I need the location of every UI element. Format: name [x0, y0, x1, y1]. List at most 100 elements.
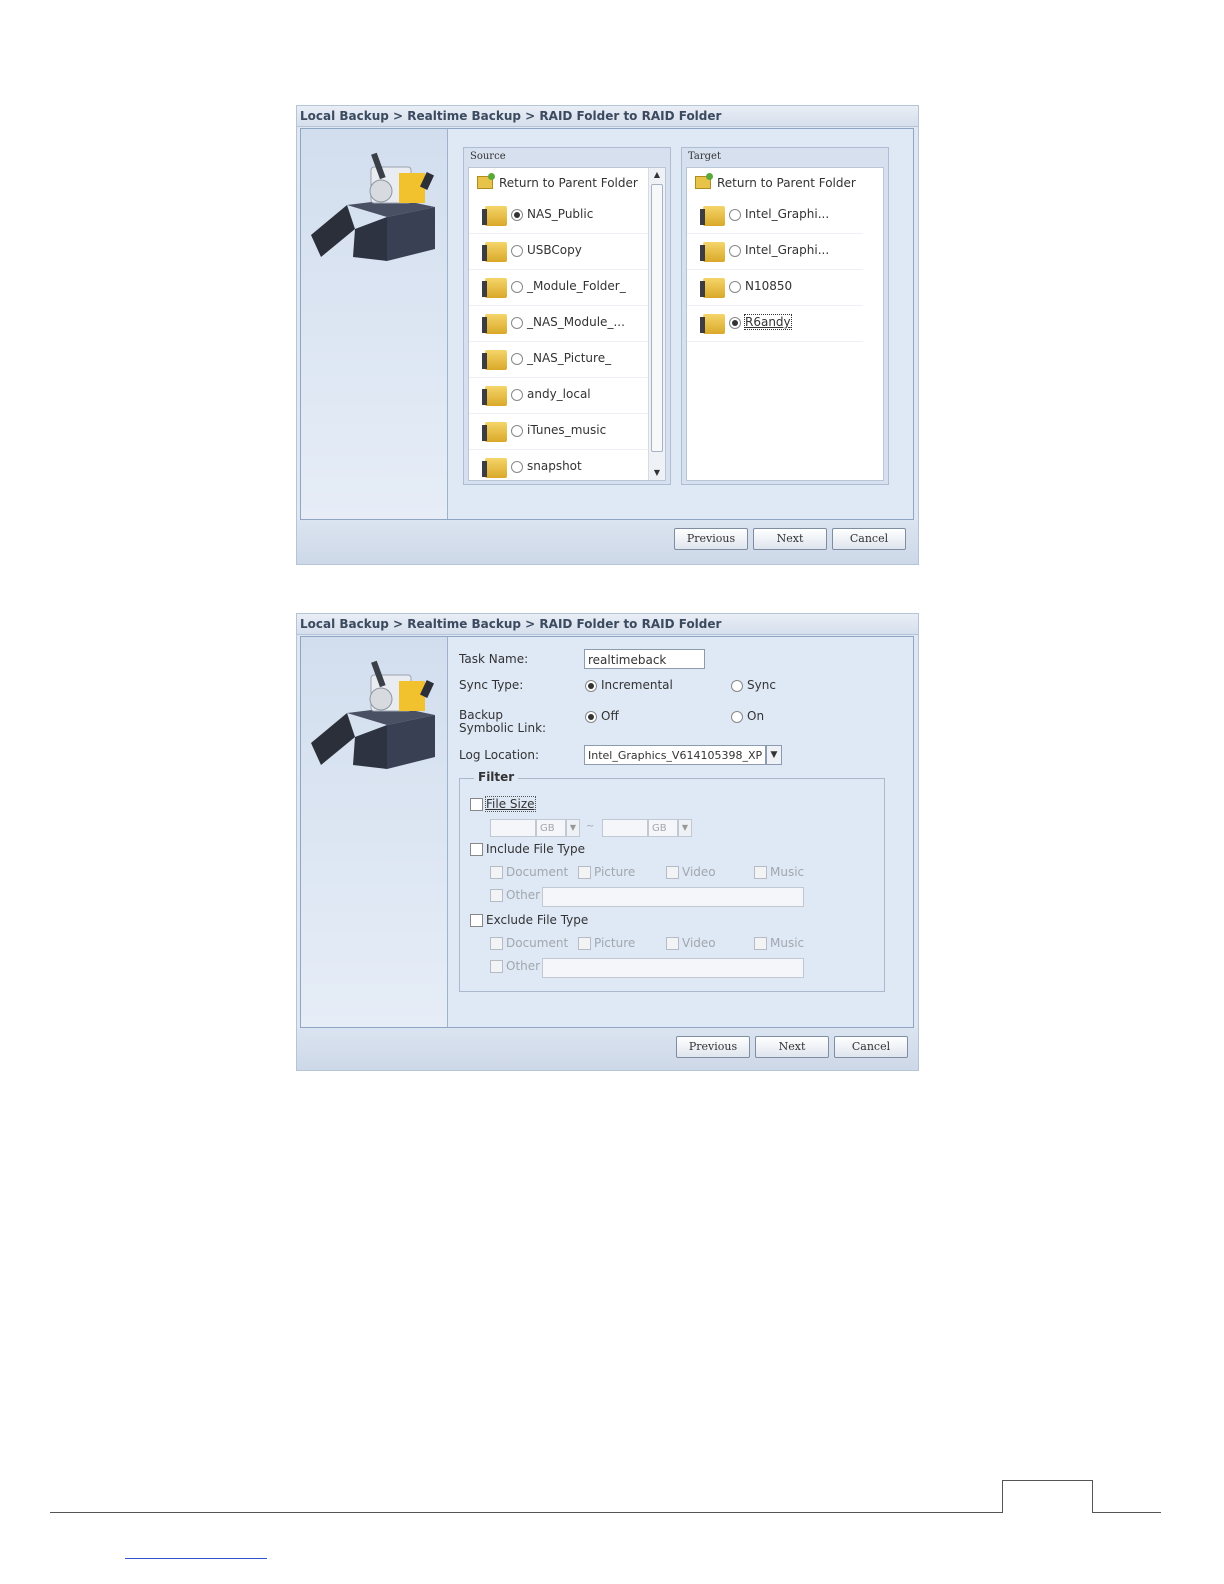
- folder-icon: [482, 422, 507, 442]
- cancel-button[interactable]: Cancel: [834, 1036, 908, 1058]
- target-return-parent[interactable]: Return to Parent Folder: [687, 168, 883, 198]
- list-item[interactable]: Intel_Graphi...: [687, 198, 863, 234]
- footer-link-underline[interactable]: [125, 1558, 267, 1559]
- chevron-down-icon[interactable]: ▼: [566, 819, 580, 837]
- task-name-input[interactable]: realtimeback: [584, 649, 705, 669]
- folder-label: USBCopy: [527, 243, 582, 257]
- folder-icon: [482, 314, 507, 334]
- list-item[interactable]: _NAS_Picture_: [469, 342, 665, 378]
- file-size-checkbox[interactable]: [470, 798, 483, 811]
- wizard-side-panel: [301, 129, 448, 519]
- folder-label: iTunes_music: [527, 423, 607, 437]
- log-location-label: Log Location:: [459, 748, 540, 762]
- footer-rule: [50, 1512, 1002, 1513]
- list-item[interactable]: iTunes_music: [469, 414, 665, 450]
- radio-button[interactable]: [511, 353, 523, 365]
- exclude-document-checkbox[interactable]: [490, 937, 503, 950]
- exclude-video-checkbox[interactable]: [666, 937, 679, 950]
- exclude-type-label: Exclude File Type: [486, 913, 589, 927]
- previous-button[interactable]: Previous: [674, 528, 748, 550]
- log-location-select[interactable]: Intel_Graphics_V614105398_XP: [584, 745, 766, 765]
- symlink-label: Backup Symbolic Link:: [459, 708, 547, 735]
- size-max-unit[interactable]: GB: [648, 819, 678, 837]
- list-item[interactable]: _Module_Folder_: [469, 270, 665, 306]
- exclude-type-checkbox[interactable]: [470, 914, 483, 927]
- next-button[interactable]: Next: [755, 1036, 829, 1058]
- size-min-unit[interactable]: GB: [536, 819, 566, 837]
- source-scrollbar[interactable]: ▲ ▼: [648, 168, 665, 480]
- radio-button[interactable]: [729, 245, 741, 257]
- symlink-on-radio[interactable]: [731, 711, 743, 723]
- radio-button[interactable]: [511, 317, 523, 329]
- cancel-button[interactable]: Cancel: [832, 528, 906, 550]
- task-name-label: Task Name:: [459, 652, 529, 666]
- exclude-other-checkbox[interactable]: [490, 960, 503, 973]
- exclude-other-label: Other: [506, 959, 541, 973]
- radio-button[interactable]: [729, 209, 741, 221]
- include-other-checkbox[interactable]: [490, 889, 503, 902]
- source-return-parent[interactable]: Return to Parent Folder: [469, 168, 665, 198]
- radio-button[interactable]: [511, 209, 523, 221]
- radio-button[interactable]: [511, 425, 523, 437]
- list-item[interactable]: USBCopy: [469, 234, 665, 270]
- folder-up-icon: [477, 173, 495, 189]
- chevron-down-icon[interactable]: ▼: [766, 745, 782, 765]
- exclude-other-input[interactable]: [542, 958, 804, 978]
- list-item[interactable]: N10850: [687, 270, 863, 306]
- exclude-picture-label: Picture: [594, 936, 636, 950]
- size-max-input[interactable]: [602, 819, 648, 837]
- include-picture-checkbox[interactable]: [578, 866, 591, 879]
- footer-rule-right: [1093, 1512, 1161, 1513]
- list-item[interactable]: _NAS_Module_...: [469, 306, 665, 342]
- folder-label: andy_local: [527, 387, 591, 401]
- exclude-music-label: Music: [770, 936, 805, 950]
- list-item[interactable]: NAS_Public: [469, 198, 665, 234]
- scroll-down-icon[interactable]: ▼: [649, 466, 665, 480]
- sync-sync-label: Sync: [747, 678, 776, 692]
- include-video-label: Video: [682, 865, 716, 879]
- dialog-body: Task Name: realtimeback Sync Type: Incre…: [300, 636, 914, 1028]
- list-item[interactable]: andy_local: [469, 378, 665, 414]
- exclude-picture-checkbox[interactable]: [578, 937, 591, 950]
- list-item[interactable]: Intel_Graphi...: [687, 234, 863, 270]
- scroll-up-icon[interactable]: ▲: [649, 168, 665, 182]
- task-settings-dialog: Local Backup > Realtime Backup > RAID Fo…: [296, 613, 919, 1071]
- previous-button[interactable]: Previous: [676, 1036, 750, 1058]
- exclude-music-checkbox[interactable]: [754, 937, 767, 950]
- include-music-checkbox[interactable]: [754, 866, 767, 879]
- radio-button[interactable]: [511, 389, 523, 401]
- folder-up-icon: [695, 173, 713, 189]
- sync-sync-radio[interactable]: [731, 680, 743, 692]
- sync-incremental-radio[interactable]: [585, 680, 597, 692]
- include-picture-label: Picture: [594, 865, 636, 879]
- radio-button[interactable]: [729, 317, 741, 329]
- target-panel: Target Return to Parent Folder Intel_Gra…: [681, 147, 889, 485]
- include-type-checkbox[interactable]: [470, 843, 483, 856]
- include-document-checkbox[interactable]: [490, 866, 503, 879]
- size-min-input[interactable]: [490, 819, 536, 837]
- include-music-label: Music: [770, 865, 805, 879]
- radio-button[interactable]: [729, 281, 741, 293]
- scrollbar-thumb[interactable]: [651, 184, 663, 452]
- dialog-body: Source Return to Parent Folder NAS_Publi…: [300, 128, 914, 520]
- folder-label: NAS_Public: [527, 207, 594, 221]
- source-panel: Source Return to Parent Folder NAS_Publi…: [463, 147, 671, 485]
- list-item[interactable]: R6andy: [687, 306, 863, 342]
- next-button[interactable]: Next: [753, 528, 827, 550]
- symlink-off-radio[interactable]: [585, 711, 597, 723]
- include-video-checkbox[interactable]: [666, 866, 679, 879]
- folder-label: Intel_Graphi...: [745, 207, 830, 221]
- include-document-label: Document: [506, 865, 569, 879]
- folder-label: snapshot: [527, 459, 582, 473]
- radio-button[interactable]: [511, 245, 523, 257]
- symlink-off-label: Off: [601, 709, 619, 723]
- include-other-input[interactable]: [542, 887, 804, 907]
- radio-button[interactable]: [511, 281, 523, 293]
- chevron-down-icon[interactable]: ▼: [678, 819, 692, 837]
- backup-box-icon: [311, 152, 435, 261]
- exclude-video-label: Video: [682, 936, 716, 950]
- list-item[interactable]: snapshot: [469, 450, 665, 480]
- dialog-footer: Previous Next Cancel: [297, 520, 918, 564]
- file-size-label: File Size: [485, 796, 536, 812]
- radio-button[interactable]: [511, 461, 523, 473]
